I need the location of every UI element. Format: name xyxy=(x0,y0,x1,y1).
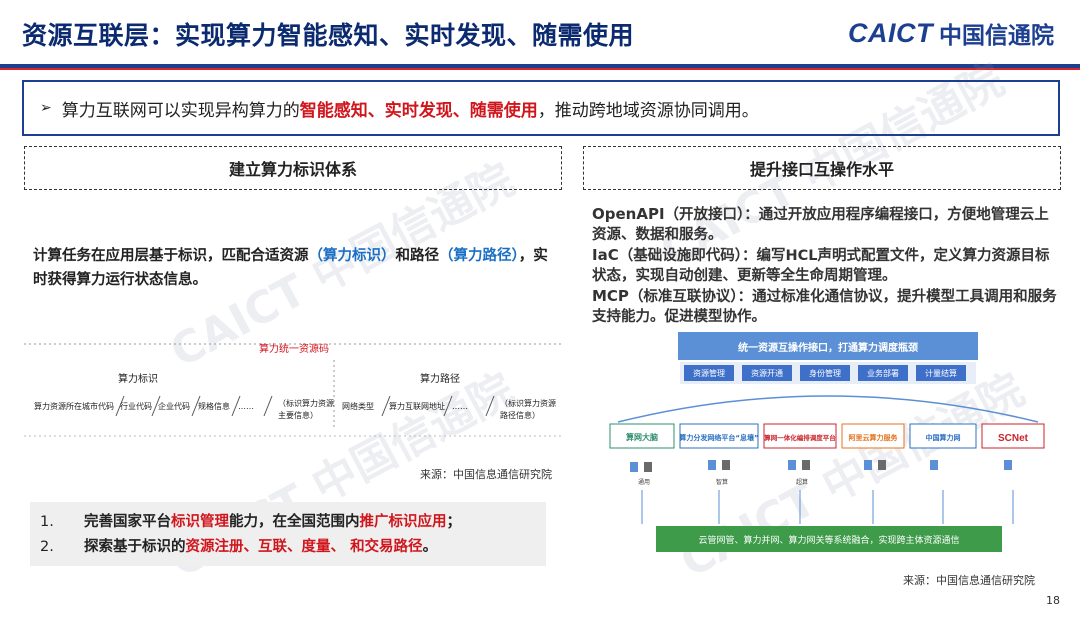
page-title: 资源互联层：实现算力智能感知、实时发现、随需使用 xyxy=(22,21,635,50)
interface-text: （基础设施即代码）：编写HCL声明式配置文件，定义算力资源目标状态，实现自动创建… xyxy=(592,248,1050,284)
page-number: 18 xyxy=(1046,594,1060,607)
interface-lead: MCP xyxy=(592,287,629,305)
server-icon xyxy=(930,460,938,470)
list-number: 1. xyxy=(40,514,54,530)
list-text: 能力，在全国范围内 xyxy=(229,514,360,530)
identifier-field: 行业代码 xyxy=(120,401,152,411)
list-highlight: 和交易路径 xyxy=(350,539,423,555)
identifier-field: 企业代码 xyxy=(158,401,190,411)
list-text: 探索基于标识的 xyxy=(84,539,186,555)
slide-header: 资源互联层：实现算力智能感知、实时发现、随需使用 CAICT 中国信通院 xyxy=(0,0,1080,70)
path-field: …… xyxy=(452,402,468,411)
path-title: 算力路径 xyxy=(420,372,460,385)
field-separator xyxy=(443,395,453,417)
header-divider-red xyxy=(0,68,1080,70)
identifier-title: 算力标识 xyxy=(118,372,158,385)
platform-label: 算力分发网络平台“息壤” xyxy=(678,433,758,442)
summary-text-pre: 算力互联网可以实现异构算力的 xyxy=(61,100,300,121)
platform-label: 中国算力网 xyxy=(926,433,961,442)
unified-code-label: 算力统一资源码 xyxy=(259,342,329,355)
logo-text-en: CAICT xyxy=(848,17,933,48)
caict-logo: CAICT 中国信通院 xyxy=(848,16,1054,50)
identifier-field: 规格信息 xyxy=(198,401,230,411)
path-note: 路径信息） xyxy=(500,410,540,420)
path-field: 算力互联网地址 xyxy=(389,401,445,411)
list-text: 完善国家平台 xyxy=(84,514,171,530)
summary-box: ➢ 算力互联网可以实现异构算力的 智能感知、实时发现、随需使用 ，推动跨地域资源协同… xyxy=(22,80,1060,136)
identifier-description: 计算任务在应用层基于标识，匹配合适资源（算力标识）和路径（算力路径），实时获得算… xyxy=(33,244,553,292)
summary-highlight: 智能感知、实时发现、随需使用 xyxy=(299,100,538,121)
platform-label: 阿里云算力服务 xyxy=(849,433,899,442)
source-note-right: 来源：中国信息通信研究院 xyxy=(903,574,1035,587)
logo-text-cn: 中国信通院 xyxy=(939,23,1054,49)
interface-item: MCP（标准互联协议）：通过标准化通信协议，提升模型工具调用和服务支持能力。促进… xyxy=(592,286,1060,327)
server-icon xyxy=(878,460,886,470)
list-item: 1. 完善国家平台标识管理能力，在全国范围内推广标识应用； xyxy=(40,510,536,535)
resource-type-label: 通用 xyxy=(638,478,650,486)
desc-highlight: （算力路径） xyxy=(439,248,519,264)
arch-arc xyxy=(617,395,1039,423)
interface-item: OpenAPI（开放接口）：通过开放应用程序编程接口，方便地管理云上资源、数据和… xyxy=(592,204,1060,245)
action-list: 1. 完善国家平台标识管理能力，在全国范围内推广标识应用； 2. 探索基于标识的… xyxy=(30,502,546,566)
list-text: ； xyxy=(446,514,462,530)
list-text: 。 xyxy=(422,539,438,555)
arch-button-label: 计量结算 xyxy=(925,368,957,378)
field-separator xyxy=(263,395,273,417)
section-heading-right: 提升接口互操作水平 xyxy=(583,146,1061,190)
server-icon xyxy=(630,462,638,472)
path-note: （标识算力资源 xyxy=(500,398,556,408)
server-icon xyxy=(864,460,872,470)
arch-button-label: 资源开通 xyxy=(751,368,783,378)
arch-button-label: 身份管理 xyxy=(809,368,841,378)
platform-label: 算网一体化编排调度平台 xyxy=(763,433,836,442)
identifier-field: …… xyxy=(238,402,254,411)
section-heading-left: 建立算力标识体系 xyxy=(24,146,562,190)
server-icon xyxy=(802,460,810,470)
server-icon xyxy=(644,462,652,472)
desc-text: 和路径 xyxy=(395,248,440,264)
field-separator xyxy=(485,395,495,417)
identifier-structure-diagram: 算力统一资源码 算力标识 算力路径 算力资源所在城市代码 行业代码 企业代码 规… xyxy=(24,342,564,437)
resource-type-label: 超算 xyxy=(796,478,808,486)
list-highlight: 资源注册、互联、度量、 xyxy=(185,539,346,555)
interface-text: （标准互联协议）：通过标准化通信协议，提升模型工具调用和服务支持能力。促进模型协… xyxy=(592,289,1057,325)
desc-highlight: （算力标识） xyxy=(308,248,396,264)
interface-lead: OpenAPI xyxy=(592,205,665,223)
list-highlight: 标识管理 xyxy=(171,514,229,530)
identifier-note: 主要信息） xyxy=(278,410,318,420)
interface-lead: IaC xyxy=(592,246,619,264)
arch-button-label: 业务部署 xyxy=(867,368,899,378)
platform-label: 算网大脑 xyxy=(626,432,658,442)
server-icon xyxy=(788,460,796,470)
platform-label: SCNet xyxy=(998,433,1029,444)
source-note-left: 来源：中国信息通信研究院 xyxy=(420,468,552,481)
arch-button-label: 资源管理 xyxy=(693,368,725,378)
server-icon xyxy=(708,460,716,470)
list-number: 2. xyxy=(40,539,54,555)
arrow-bullet-icon: ➢ xyxy=(40,100,52,116)
interface-description: OpenAPI（开放接口）：通过开放应用程序编程接口，方便地管理云上资源、数据和… xyxy=(592,204,1060,327)
server-icon xyxy=(722,460,730,470)
platform-resource-icons xyxy=(630,460,1012,472)
identifier-note: （标识算力资源 xyxy=(278,398,334,408)
arch-bottom-text: 云管网管、算力并网、算力网关等系统融合，实现跨主体资源通信 xyxy=(698,534,959,546)
desc-text: 计算任务在应用层基于标识，匹配合适资源 xyxy=(33,248,309,264)
list-item: 2. 探索基于标识的资源注册、互联、度量、 和交易路径。 xyxy=(40,535,536,560)
server-icon xyxy=(1004,460,1012,470)
summary-text-post: ，推动跨地域资源协同调用。 xyxy=(537,100,759,121)
arch-top-title: 统一资源互操作接口，打通算力调度瓶颈 xyxy=(738,341,918,354)
interface-item: IaC（基础设施即代码）：编写HCL声明式配置文件，定义算力资源目标状态，实现自… xyxy=(592,245,1060,286)
path-field: 网络类型 xyxy=(342,401,374,411)
list-highlight: 推广标识应用 xyxy=(359,514,447,530)
resource-type-label: 智算 xyxy=(716,478,728,486)
identifier-field: 算力资源所在城市代码 xyxy=(34,401,114,411)
interop-architecture-diagram: 统一资源互操作接口，打通算力调度瓶颈 资源管理 资源开通 身份管理 业务部署 计… xyxy=(609,332,1045,552)
